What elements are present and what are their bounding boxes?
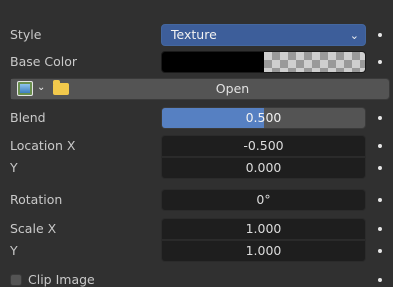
image-browse-button[interactable]: ⌄ xyxy=(11,79,71,99)
scale-x-value: 1.000 xyxy=(245,221,282,236)
clip-image-label[interactable]: Clip Image xyxy=(28,269,95,287)
scale-x-label: Scale X xyxy=(10,221,57,236)
open-button[interactable]: Open xyxy=(76,79,389,99)
location-y-row: Y 0.000 xyxy=(0,157,393,179)
base-color-swatch[interactable] xyxy=(161,51,366,73)
clip-image-row: Clip Image xyxy=(0,269,393,287)
blend-label: Blend xyxy=(10,110,46,125)
style-value: Texture xyxy=(171,27,217,42)
rotation-label: Rotation xyxy=(10,192,63,207)
location-x-value: -0.500 xyxy=(243,138,284,153)
image-icon xyxy=(17,81,33,96)
keyframe-dot-icon[interactable] xyxy=(378,166,382,170)
style-row: Style Texture ⌄ xyxy=(0,24,393,46)
keyframe-dot-icon[interactable] xyxy=(378,249,382,253)
location-y-value: 0.000 xyxy=(245,160,282,175)
blend-value: 0.500 xyxy=(245,110,282,125)
keyframe-dot-icon[interactable] xyxy=(378,198,382,202)
location-y-label: Y xyxy=(10,160,18,175)
keyframe-dot-icon[interactable] xyxy=(378,278,382,282)
location-x-field[interactable]: -0.500 xyxy=(161,135,366,157)
blend-row: Blend 0.500 xyxy=(0,107,393,129)
clip-image-checkbox[interactable] xyxy=(10,274,22,286)
alpha-checker xyxy=(264,52,365,72)
scale-y-row: Y 1.000 xyxy=(0,240,393,262)
image-selector-bar: ⌄ Open xyxy=(10,78,390,100)
rotation-row: Rotation 0° xyxy=(0,189,393,211)
base-color-row: Base Color xyxy=(0,51,393,73)
scale-y-field[interactable]: 1.000 xyxy=(161,240,366,262)
rotation-value: 0° xyxy=(256,192,271,207)
location-x-row: Location X -0.500 xyxy=(0,135,393,157)
base-color-label: Base Color xyxy=(10,54,78,69)
keyframe-dot-icon[interactable] xyxy=(378,33,382,37)
rotation-field[interactable]: 0° xyxy=(161,189,366,211)
style-dropdown[interactable]: Texture ⌄ xyxy=(161,24,366,46)
scale-x-field[interactable]: 1.000 xyxy=(161,218,366,240)
keyframe-dot-icon[interactable] xyxy=(378,116,382,120)
style-label: Style xyxy=(10,27,42,42)
scale-y-label: Y xyxy=(10,243,18,258)
chevron-down-icon: ⌄ xyxy=(37,82,46,93)
keyframe-dot-icon[interactable] xyxy=(378,60,382,64)
scale-x-row: Scale X 1.000 xyxy=(0,218,393,240)
location-x-label: Location X xyxy=(10,138,76,153)
blend-slider[interactable]: 0.500 xyxy=(161,107,366,129)
keyframe-dot-icon[interactable] xyxy=(378,144,382,148)
scale-y-value: 1.000 xyxy=(245,243,282,258)
chevron-down-icon: ⌄ xyxy=(349,29,359,42)
folder-icon[interactable] xyxy=(53,80,69,95)
keyframe-dot-icon[interactable] xyxy=(378,227,382,231)
location-y-field[interactable]: 0.000 xyxy=(161,157,366,179)
